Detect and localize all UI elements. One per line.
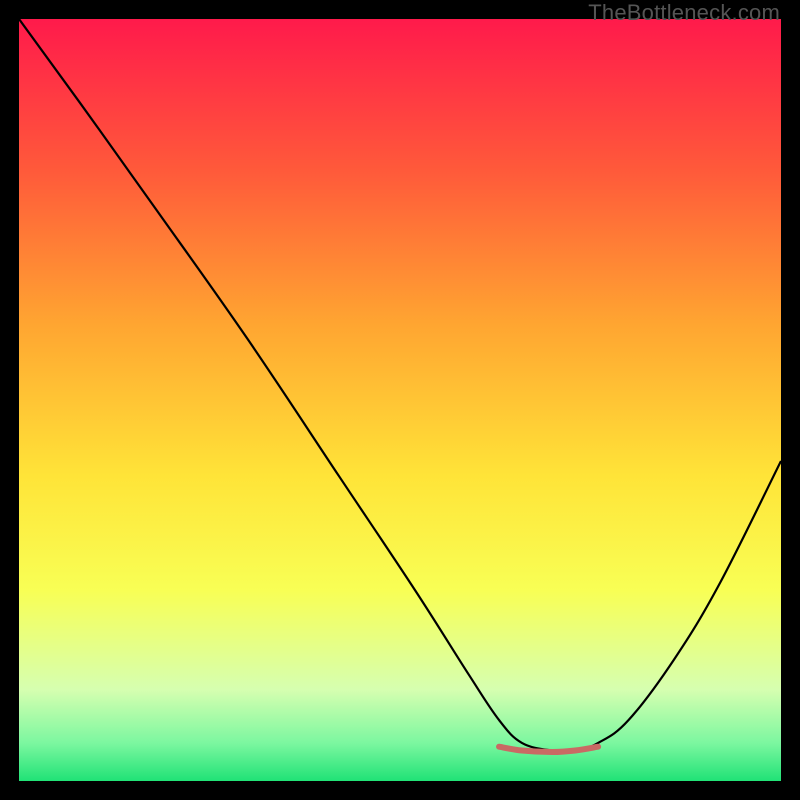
watermark-text: TheBottleneck.com xyxy=(588,0,780,26)
chart-background xyxy=(19,19,781,781)
bottleneck-chart xyxy=(19,19,781,781)
chart-frame xyxy=(19,19,781,781)
